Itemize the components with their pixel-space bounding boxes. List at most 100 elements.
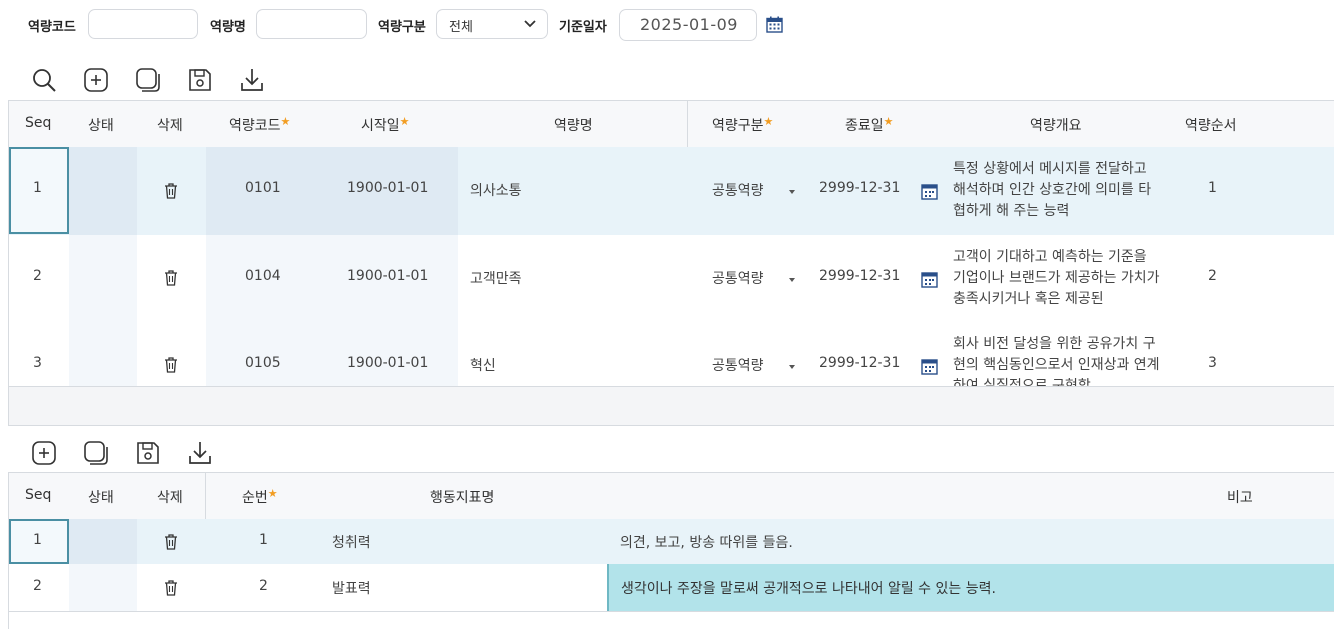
header-end[interactable]: 종료일★ — [845, 115, 894, 135]
order-cell[interactable]: 1 — [1208, 180, 1217, 196]
code-cell[interactable]: 0105 — [245, 355, 281, 371]
table-row[interactable]: 1 1 청취력 의견, 보고, 방송 따위를 들음. — [9, 519, 1334, 565]
header-num[interactable]: 순번★ — [242, 487, 278, 507]
summary-cell[interactable]: 특정 상황에서 메시지를 전달하고 해석하며 인간 상호간에 의미를 타협하게 … — [953, 159, 1163, 222]
behavior-name-cell[interactable]: 발표력 — [332, 578, 371, 598]
start-cell[interactable]: 1900-01-01 — [347, 180, 428, 196]
behavior-name-cell[interactable]: 청취력 — [332, 532, 371, 552]
dropdown-caret-icon[interactable] — [788, 364, 796, 370]
header-name[interactable]: 역량명 — [554, 115, 593, 135]
dropdown-caret-icon[interactable] — [788, 189, 796, 195]
summary-cell[interactable]: 고객이 기대하고 예측하는 기준을 기업이나 브랜드가 제공하는 가치가 충족시… — [953, 247, 1163, 310]
type-select-value: 전체 — [449, 20, 473, 35]
table-row[interactable]: 2 0104 1900-01-01 고객만족 공통역량 2999-12-31 고… — [9, 235, 1334, 323]
calendar-icon[interactable] — [921, 358, 938, 375]
seq-cell: 1 — [33, 180, 42, 196]
type-select[interactable]: 전체 — [436, 9, 548, 39]
end-cell[interactable]: 2999-12-31 — [819, 180, 900, 196]
date-input[interactable]: 2025-01-09 — [619, 9, 757, 41]
header-delete[interactable]: 삭제 — [157, 115, 183, 135]
grid-footer — [9, 387, 1334, 425]
status-cell[interactable] — [69, 322, 137, 386]
download-icon[interactable] — [239, 67, 265, 93]
seq-cell: 1 — [33, 532, 42, 548]
seq-cell: 3 — [33, 355, 42, 371]
order-cell[interactable]: 3 — [1208, 355, 1217, 371]
num-cell[interactable]: 2 — [259, 578, 268, 594]
required-star-icon: ★ — [280, 115, 291, 128]
date-input-value: 2025-01-09 — [640, 15, 738, 34]
save-icon[interactable] — [187, 67, 213, 93]
code-label: 역량코드 — [28, 20, 76, 35]
name-label: 역량명 — [210, 20, 246, 35]
order-cell[interactable]: 2 — [1208, 268, 1217, 284]
dropdown-caret-icon[interactable] — [788, 277, 796, 283]
trash-icon[interactable] — [164, 270, 178, 286]
header-note[interactable]: 비고 — [1227, 487, 1253, 507]
header-status[interactable]: 상태 — [88, 487, 114, 507]
header-type[interactable]: 역량구분★ — [712, 115, 773, 135]
type-label: 역량구분 — [378, 20, 426, 35]
trash-icon[interactable] — [164, 580, 178, 596]
calendar-icon[interactable] — [921, 183, 938, 200]
copy-icon[interactable] — [83, 440, 109, 466]
header-behavior-name[interactable]: 행동지표명 — [430, 487, 494, 507]
add-icon[interactable] — [31, 440, 57, 466]
name-input[interactable] — [256, 9, 367, 39]
type-cell[interactable]: 공통역량 — [712, 180, 764, 200]
num-cell[interactable]: 1 — [259, 532, 268, 548]
header-delete[interactable]: 삭제 — [157, 487, 183, 507]
note-cell-editing[interactable]: 생각이나 주장을 말로써 공개적으로 나타내어 알릴 수 있는 능력. — [607, 564, 1334, 611]
frozen-cells-bg — [206, 322, 458, 386]
add-icon[interactable] — [83, 67, 109, 93]
start-cell[interactable]: 1900-01-01 — [347, 268, 428, 284]
grid-header: Seq 상태 삭제 역량코드★ 시작일★ 역량명 역량구분★ 종료일★ 역량개요… — [9, 101, 1334, 148]
start-cell[interactable]: 1900-01-01 — [347, 355, 428, 371]
grid-header: Seq 상태 삭제 순번★ 행동지표명 비고 — [9, 473, 1334, 520]
chevron-down-icon — [524, 20, 536, 28]
header-status[interactable]: 상태 — [88, 115, 114, 135]
name-cell[interactable]: 고객만족 — [470, 268, 522, 288]
code-input[interactable] — [88, 9, 198, 39]
status-cell[interactable] — [69, 235, 137, 322]
status-cell[interactable] — [69, 564, 137, 611]
required-star-icon: ★ — [883, 115, 894, 128]
copy-icon[interactable] — [135, 67, 161, 93]
seq-cell: 2 — [33, 578, 42, 594]
end-cell[interactable]: 2999-12-31 — [819, 355, 900, 371]
end-cell[interactable]: 2999-12-31 — [819, 268, 900, 284]
trash-icon[interactable] — [164, 534, 178, 550]
name-cell[interactable]: 의사소통 — [470, 180, 522, 200]
download-icon[interactable] — [187, 440, 213, 466]
type-cell[interactable]: 공통역량 — [712, 355, 764, 375]
type-cell[interactable]: 공통역량 — [712, 268, 764, 288]
table-row[interactable]: 3 0105 1900-01-01 혁신 공통역량 2999-12-31 회사 … — [9, 322, 1334, 387]
code-cell[interactable]: 0101 — [245, 180, 281, 196]
save-icon[interactable] — [135, 440, 161, 466]
header-seq[interactable]: Seq — [25, 115, 51, 131]
summary-cell[interactable]: 회사 비전 달성을 위한 공유가치 구현의 핵심동인으로서 인재상과 연계하여 … — [953, 334, 1163, 386]
header-divider — [205, 473, 206, 519]
trash-icon[interactable] — [164, 183, 178, 199]
date-label: 기준일자 — [559, 20, 607, 35]
header-code[interactable]: 역량코드★ — [229, 115, 290, 135]
calendar-icon[interactable] — [766, 16, 783, 33]
calendar-icon[interactable] — [921, 271, 938, 288]
header-start[interactable]: 시작일★ — [361, 115, 410, 135]
status-cell[interactable] — [69, 519, 137, 564]
header-seq[interactable]: Seq — [25, 487, 51, 503]
status-cell[interactable] — [69, 147, 137, 235]
competency-grid: Seq 상태 삭제 역량코드★ 시작일★ 역량명 역량구분★ 종료일★ 역량개요… — [8, 100, 1334, 426]
required-star-icon: ★ — [399, 115, 410, 128]
header-order[interactable]: 역량순서 — [1185, 115, 1237, 135]
name-cell[interactable]: 혁신 — [470, 355, 496, 375]
trash-icon[interactable] — [164, 357, 178, 373]
header-summary[interactable]: 역량개요 — [1030, 115, 1082, 135]
seq-cell: 2 — [33, 268, 42, 284]
table-row[interactable]: 1 0101 1900-01-01 의사소통 공통역량 2999-12-31 특… — [9, 147, 1334, 236]
table-row[interactable]: 2 2 발표력 생각이나 주장을 말로써 공개적으로 나타내어 알릴 수 있는 … — [9, 564, 1334, 612]
search-icon[interactable] — [31, 67, 57, 93]
note-cell[interactable]: 생각이나 주장을 말로써 공개적으로 나타내어 알릴 수 있는 능력. — [621, 578, 996, 598]
code-cell[interactable]: 0104 — [245, 268, 281, 284]
note-cell[interactable]: 의견, 보고, 방송 따위를 들음. — [620, 532, 793, 552]
